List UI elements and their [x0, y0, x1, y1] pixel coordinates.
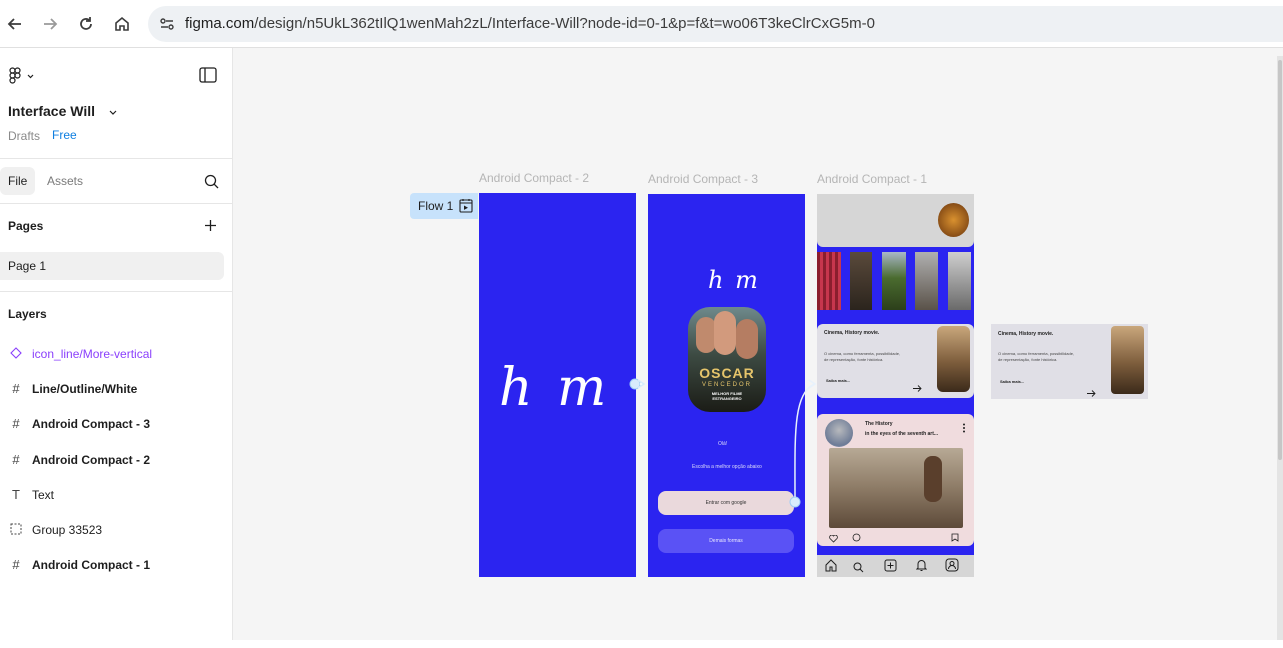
layer-item[interactable]: # Android Compact - 1: [0, 551, 232, 579]
post-image: [829, 448, 963, 528]
bell-icon[interactable]: [915, 559, 928, 577]
floating-cinema-card[interactable]: Cinema, History movie. O cinema, como fe…: [991, 324, 1148, 399]
hm-logo: h m: [499, 358, 611, 418]
other-login-button[interactable]: Demais formas: [658, 529, 794, 553]
gallery-thumb[interactable]: [817, 252, 841, 310]
back-arrow-icon[interactable]: [3, 12, 27, 36]
profile-avatar[interactable]: [938, 203, 969, 237]
divider: [0, 158, 232, 159]
layer-item[interactable]: T Text: [0, 481, 232, 509]
search-icon[interactable]: [853, 560, 864, 577]
home-icon[interactable]: [110, 12, 134, 36]
chevron-down-icon[interactable]: [109, 103, 117, 119]
pages-heading: Pages: [8, 219, 44, 233]
location-label[interactable]: Drafts: [8, 129, 40, 143]
heart-icon[interactable]: [829, 530, 838, 548]
address-bar[interactable]: figma.com/design/n5UkL362tIlQ1wenMah2zL/…: [148, 6, 1283, 42]
layer-item[interactable]: # Line/Outline/White: [0, 375, 232, 403]
soldier-figure: [924, 456, 942, 502]
divider: [0, 203, 232, 204]
bottom-nav: [817, 555, 974, 577]
frame-label[interactable]: Android Compact - 2: [479, 171, 589, 185]
component-diamond-icon: [9, 346, 23, 360]
history-post[interactable]: The History in the eyes of the seventh a…: [817, 414, 974, 546]
poster-figure: [696, 317, 716, 353]
file-title[interactable]: Interface Will: [8, 103, 117, 119]
arrow-right-icon[interactable]: [1087, 384, 1096, 402]
frame-hash-icon: #: [12, 451, 20, 467]
prototype-connector[interactable]: [628, 375, 818, 515]
post-avatar: [825, 419, 853, 447]
gallery-thumb[interactable]: [915, 252, 938, 310]
frame-label[interactable]: Android Compact - 3: [648, 172, 758, 186]
figma-menu-icon[interactable]: [9, 67, 35, 90]
cinema-card[interactable]: Cinema, History movie. O cinema, como fe…: [817, 324, 974, 398]
page-item[interactable]: Page 1: [0, 252, 224, 280]
library-image: [937, 326, 970, 392]
plan-badge: Free: [52, 128, 77, 142]
canvas-scrollbar[interactable]: [1277, 56, 1283, 640]
gallery-thumb[interactable]: [850, 252, 872, 310]
frame-android-compact-1[interactable]: Cinema, History movie. O cinema, como fe…: [817, 194, 974, 577]
layer-item[interactable]: # Android Compact - 3: [0, 410, 232, 438]
play-flow-icon[interactable]: [459, 198, 473, 218]
frame-android-compact-2[interactable]: h m: [479, 193, 636, 577]
add-post-icon[interactable]: [884, 559, 897, 577]
bookmark-icon[interactable]: [951, 529, 959, 547]
forward-arrow-icon[interactable]: [38, 12, 62, 36]
layers-heading: Layers: [8, 307, 47, 321]
gallery-thumb[interactable]: [882, 252, 906, 310]
comment-icon[interactable]: [852, 529, 861, 547]
flow-starting-point[interactable]: Flow 1: [410, 193, 478, 219]
add-page-icon[interactable]: [204, 219, 217, 237]
tab-assets[interactable]: Assets: [39, 167, 91, 195]
tab-file[interactable]: File: [0, 167, 36, 195]
frame-hash-icon: #: [12, 415, 20, 431]
layer-item[interactable]: # Android Compact - 2: [0, 446, 232, 474]
bottom-strip: [0, 640, 1283, 648]
library-image: [1111, 326, 1144, 394]
hm-logo: h m: [708, 266, 760, 294]
divider: [0, 291, 232, 292]
poster-figure: [736, 319, 758, 359]
header-panel: [817, 194, 974, 247]
profile-icon[interactable]: [945, 558, 959, 577]
layers-sidebar: Interface Will Drafts Free File Assets P…: [0, 48, 233, 640]
gallery-thumb[interactable]: [948, 252, 971, 310]
frame-hash-icon: #: [12, 556, 20, 572]
layer-item[interactable]: Group 33523: [0, 516, 232, 544]
poster-figure: [714, 311, 736, 355]
frame-label[interactable]: Android Compact - 1: [817, 172, 927, 186]
layer-item[interactable]: icon_line/More-vertical: [0, 340, 232, 368]
sidebar-toggle-icon[interactable]: [199, 67, 217, 88]
text-icon: T: [12, 486, 20, 502]
group-dashed-icon: [9, 522, 23, 536]
reload-icon[interactable]: [74, 12, 98, 36]
arrow-right-icon[interactable]: [913, 379, 922, 397]
browser-toolbar: figma.com/design/n5UkL362tIlQ1wenMah2zL/…: [0, 0, 1283, 48]
more-vertical-icon[interactable]: [962, 420, 966, 438]
home-icon[interactable]: [825, 559, 837, 577]
url-text[interactable]: figma.com/design/n5UkL362tIlQ1wenMah2zL/…: [185, 15, 875, 32]
site-settings-icon[interactable]: [158, 15, 176, 33]
frame-hash-icon: #: [12, 380, 20, 396]
search-icon[interactable]: [204, 174, 219, 194]
